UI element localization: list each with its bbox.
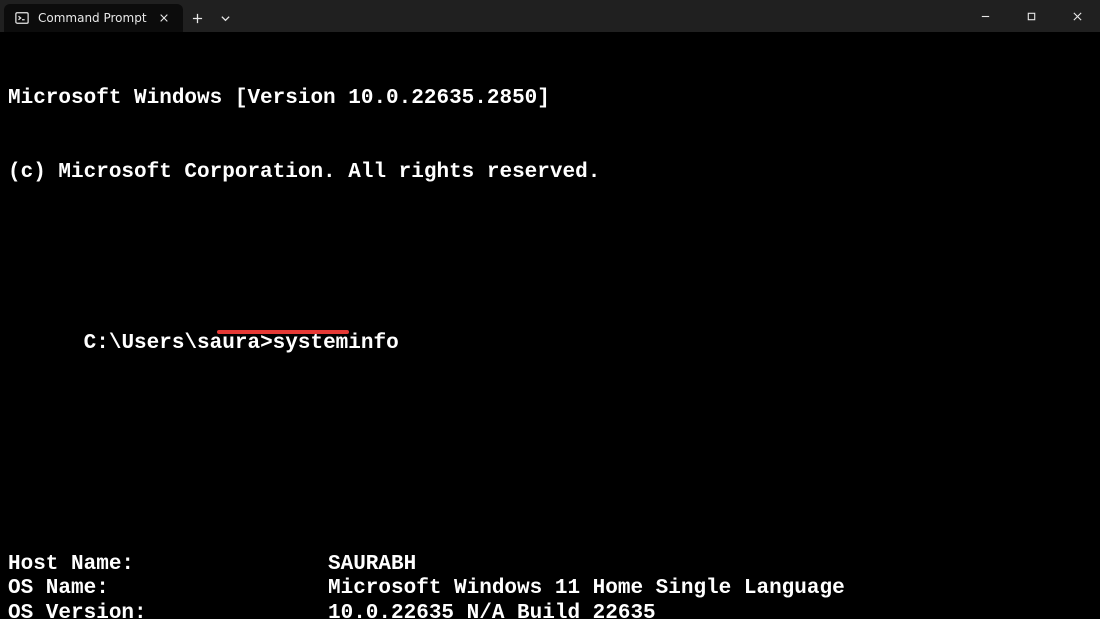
prompt-command: systeminfo xyxy=(273,332,399,355)
sysinfo-value: 10.0.22635 N/A Build 22635 xyxy=(328,602,656,619)
sysinfo-label: OS Name: xyxy=(8,577,328,602)
close-tab-icon[interactable] xyxy=(155,9,173,27)
terminal-output[interactable]: Microsoft Windows [Version 10.0.22635.28… xyxy=(0,32,1100,619)
maximize-button[interactable] xyxy=(1008,0,1054,32)
tab-command-prompt[interactable]: Command Prompt xyxy=(4,4,183,32)
sysinfo-value: SAURABH xyxy=(328,553,416,578)
table-row: OS Name:Microsoft Windows 11 Home Single… xyxy=(8,577,1092,602)
new-tab-button[interactable] xyxy=(183,4,213,32)
titlebar: Command Prompt xyxy=(0,0,1100,32)
prompt-path: C:\Users\saura> xyxy=(84,332,273,355)
tab-title: Command Prompt xyxy=(38,11,147,25)
tab-dropdown-button[interactable] xyxy=(213,4,239,32)
sysinfo-label: Host Name: xyxy=(8,553,328,578)
terminal-icon xyxy=(14,10,30,26)
sysinfo-label: OS Version: xyxy=(8,602,328,619)
titlebar-drag-region[interactable] xyxy=(239,0,962,32)
blank-line xyxy=(8,234,1092,259)
red-underline-icon xyxy=(217,330,349,334)
table-row: OS Version:10.0.22635 N/A Build 22635 xyxy=(8,602,1092,619)
prompt-line: C:\Users\saura>systeminfo xyxy=(33,308,398,406)
systeminfo-output: Host Name:SAURABHOS Name:Microsoft Windo… xyxy=(8,553,1092,619)
table-row: Host Name:SAURABH xyxy=(8,553,1092,578)
blank-line xyxy=(8,455,1092,480)
minimize-button[interactable] xyxy=(962,0,1008,32)
tabs: Command Prompt xyxy=(0,0,183,32)
header-line-2: (c) Microsoft Corporation. All rights re… xyxy=(8,161,1092,186)
header-line-1: Microsoft Windows [Version 10.0.22635.28… xyxy=(8,87,1092,112)
close-window-button[interactable] xyxy=(1054,0,1100,32)
sysinfo-value: Microsoft Windows 11 Home Single Languag… xyxy=(328,577,845,602)
window-controls xyxy=(962,0,1100,32)
